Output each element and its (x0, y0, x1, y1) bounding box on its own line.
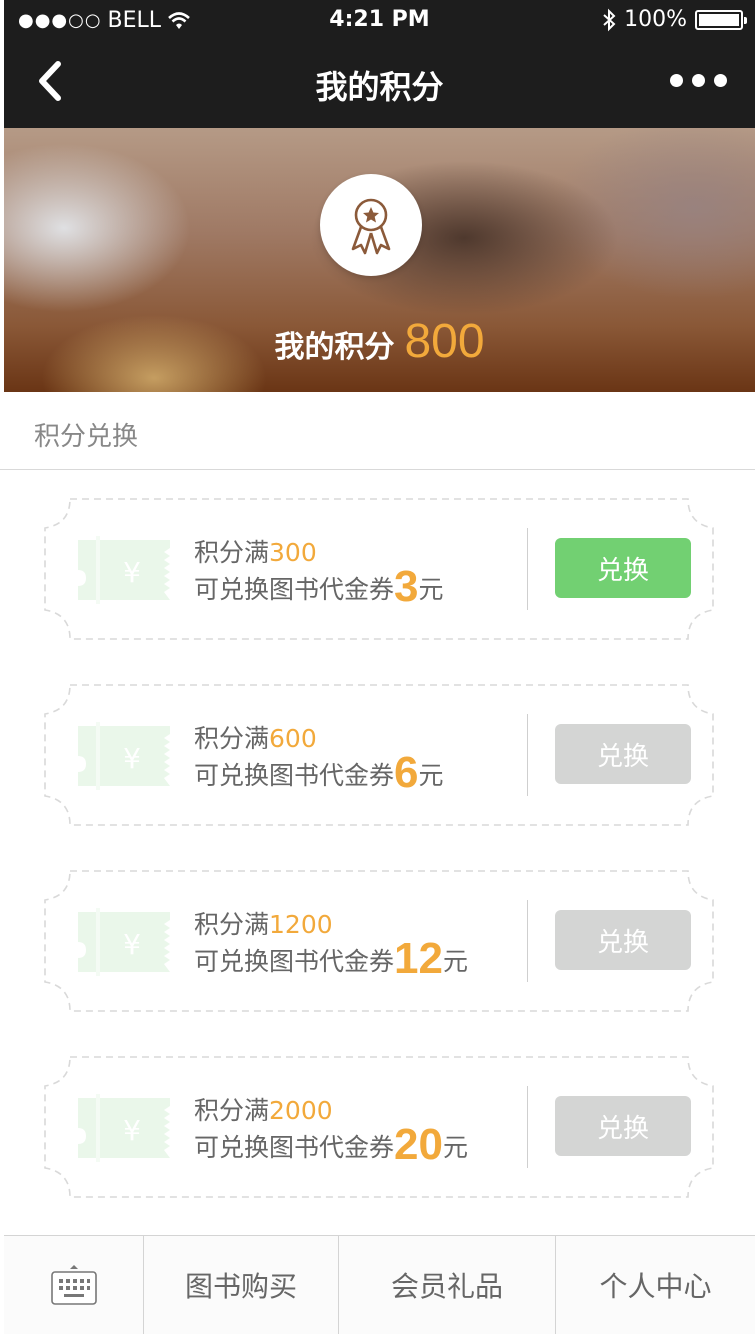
reward-label: 可兑换图书代金券 (194, 761, 395, 790)
status-right: 100% (602, 7, 747, 32)
coupon-reward: 可兑换图书代金券3元 (194, 565, 444, 609)
required-points: 300 (269, 538, 317, 567)
coupon-description: 积分满300 可兑换图书代金券3元 (194, 536, 444, 609)
bottom-tab-bar: 图书购买 会员礼品 个人中心 (4, 1235, 755, 1334)
exchange-button: 兑换 (555, 910, 691, 970)
coupon-reward: 可兑换图书代金券12元 (194, 937, 468, 981)
currency-unit: 元 (418, 575, 444, 604)
tab-personal-center[interactable]: 个人中心 (556, 1236, 755, 1334)
currency-unit: 元 (418, 761, 444, 790)
coupon-description: 积分满2000 可兑换图书代金券20元 (194, 1094, 468, 1167)
page-title: 我的积分 (315, 68, 444, 106)
battery-percent: 100% (624, 7, 687, 32)
svg-text:¥: ¥ (123, 556, 141, 589)
voucher-amount: 12 (394, 934, 443, 983)
requirement-label: 积分满 (194, 538, 270, 567)
section-title: 积分兑换 (34, 422, 139, 452)
keyboard-toggle[interactable] (4, 1236, 144, 1334)
top-bar: ●●●○○ BELL 4:21 PM 100% 我的积分 (4, 0, 755, 128)
more-dots-icon[interactable] (670, 74, 727, 87)
reward-label: 可兑换图书代金券 (194, 575, 395, 604)
navigation-bar: 我的积分 (4, 40, 755, 128)
svg-text:¥: ¥ (123, 928, 141, 961)
exchange-section-header: 积分兑换 (0, 392, 755, 470)
award-ribbon-icon (320, 174, 422, 276)
coupon-reward: 可兑换图书代金券6元 (194, 751, 444, 795)
coupon-divider (527, 714, 528, 796)
currency-unit: 元 (442, 1133, 468, 1162)
coupon-card: ¥ 积分满1200 可兑换图书代金券12元 兑换 (44, 870, 714, 1012)
requirement-label: 积分满 (194, 910, 270, 939)
points-banner: 我的积分 800 (4, 128, 755, 392)
exchange-button: 兑换 (555, 724, 691, 784)
status-bar: ●●●○○ BELL 4:21 PM 100% (4, 0, 755, 40)
keyboard-icon (50, 1265, 97, 1305)
voucher-icon: ¥ (78, 536, 170, 604)
voucher-icon: ¥ (78, 722, 170, 790)
voucher-amount: 3 (394, 562, 419, 611)
voucher-amount: 6 (394, 748, 419, 797)
voucher-amount: 20 (394, 1120, 443, 1169)
points-summary: 我的积分 800 (4, 314, 755, 369)
points-label: 我的积分 (274, 330, 395, 365)
coupon-divider (527, 900, 528, 982)
coupon-description: 积分满1200 可兑换图书代金券12元 (194, 908, 468, 981)
required-points: 600 (269, 724, 317, 753)
battery-icon (695, 9, 747, 30)
exchange-button[interactable]: 兑换 (555, 538, 691, 598)
reward-label: 可兑换图书代金券 (194, 1133, 395, 1162)
bluetooth-icon (603, 8, 616, 31)
coupon-reward: 可兑换图书代金券20元 (194, 1123, 468, 1167)
tab-book-purchase[interactable]: 图书购买 (144, 1236, 339, 1334)
coupon-description: 积分满600 可兑换图书代金券6元 (194, 722, 444, 795)
requirement-label: 积分满 (194, 724, 270, 753)
currency-unit: 元 (442, 947, 468, 976)
voucher-icon: ¥ (78, 908, 170, 976)
requirement-label: 积分满 (194, 1096, 270, 1125)
coupon-card: ¥ 积分满600 可兑换图书代金券6元 兑换 (44, 684, 714, 826)
reward-label: 可兑换图书代金券 (194, 947, 395, 976)
svg-text:¥: ¥ (123, 742, 141, 775)
required-points: 2000 (269, 1096, 333, 1125)
coupon-divider (527, 528, 528, 610)
svg-text:¥: ¥ (123, 1114, 141, 1147)
points-value: 800 (404, 315, 485, 368)
coupon-card: ¥ 积分满2000 可兑换图书代金券20元 兑换 (44, 1056, 714, 1198)
voucher-icon: ¥ (78, 1094, 170, 1162)
exchange-button: 兑换 (555, 1096, 691, 1156)
required-points: 1200 (269, 910, 333, 939)
coupon-divider (527, 1086, 528, 1168)
tab-member-gifts[interactable]: 会员礼品 (339, 1236, 556, 1334)
coupon-card: ¥ 积分满300 可兑换图书代金券3元 兑换 (44, 498, 714, 640)
